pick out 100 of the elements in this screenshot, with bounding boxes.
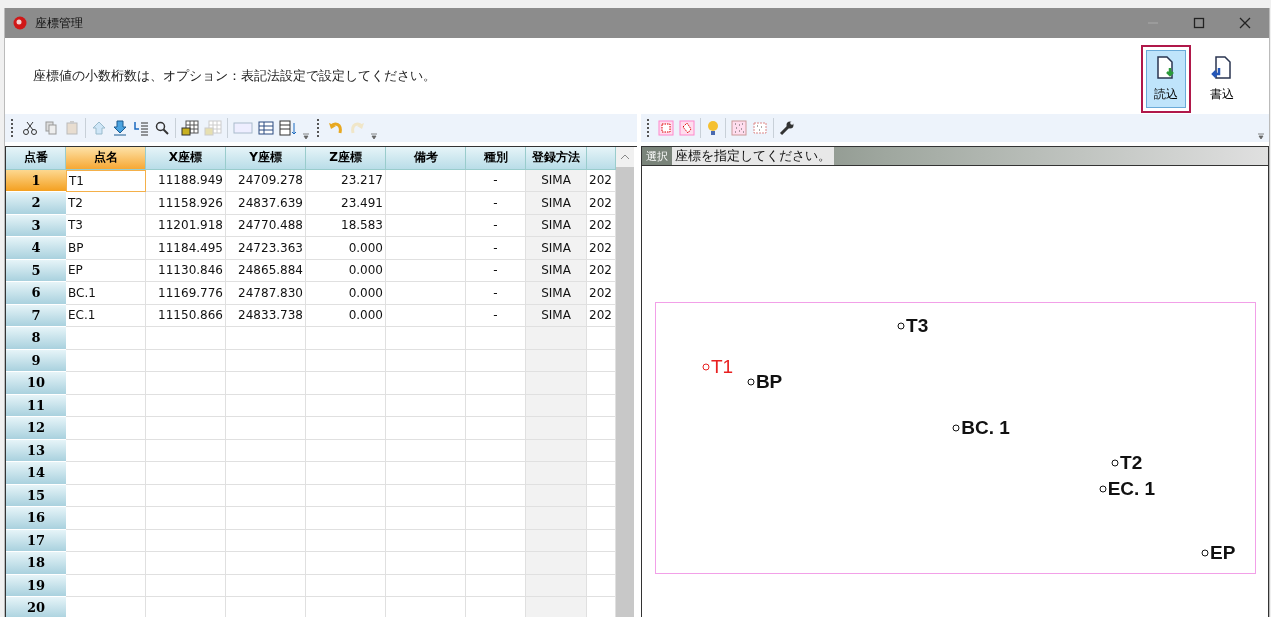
point-marker-icon[interactable] [702, 363, 710, 372]
table-cell: T3 [66, 214, 146, 237]
dotted-frame-icon[interactable] [752, 120, 768, 136]
point-label[interactable]: EC. 1 [1107, 477, 1156, 500]
table-cell: BC.1 [66, 282, 146, 305]
table-cell: EC.1 [66, 304, 146, 327]
row-number[interactable]: 13 [6, 439, 66, 462]
select-rect-icon[interactable] [658, 120, 674, 136]
row-number[interactable]: 1 [6, 169, 66, 192]
column-header[interactable]: 点番 [6, 147, 66, 170]
wrench-icon[interactable] [779, 120, 795, 136]
row-number[interactable]: 5 [6, 259, 66, 282]
point-marker-icon[interactable] [1111, 459, 1120, 467]
row-number[interactable]: 20 [6, 597, 66, 617]
table-cell: 11169.776 [146, 282, 226, 305]
column-header[interactable]: 種別 [466, 147, 526, 170]
column-header[interactable]: 点名 [66, 147, 146, 170]
table-cell: 11188.949 [146, 169, 226, 192]
row-number[interactable]: 15 [6, 484, 66, 507]
table-cell: 0.000 [306, 237, 386, 260]
table-cell: 23.217 [306, 169, 386, 192]
point-marker-icon[interactable] [1098, 484, 1107, 493]
point-label[interactable]: EP [1210, 541, 1236, 564]
table-cell [526, 327, 587, 350]
row-number[interactable]: 9 [6, 349, 66, 372]
arrow-down-icon[interactable] [112, 120, 128, 136]
dropdown-icon[interactable] [302, 132, 310, 140]
table-icon[interactable] [258, 120, 274, 136]
point-marker-icon[interactable] [1201, 548, 1210, 557]
table-cell: 23.491 [306, 192, 386, 215]
table-cell [526, 349, 587, 372]
row-number[interactable]: 11 [6, 394, 66, 417]
table-cell: SIMA [526, 237, 587, 260]
table-cell: 11158.926 [146, 192, 226, 215]
table-cell: 24723.363 [226, 237, 306, 260]
point-marker-icon[interactable] [746, 377, 755, 386]
table-cell [526, 529, 587, 552]
row-number[interactable]: 19 [6, 574, 66, 597]
table-cell: 11201.918 [146, 214, 226, 237]
table-cell: 24865.884 [226, 259, 306, 282]
point-label[interactable]: T2 [1120, 452, 1143, 474]
table-cell [526, 552, 587, 575]
table-cell: 0.000 [306, 282, 386, 305]
table-cell [526, 439, 587, 462]
point-label[interactable]: T3 [906, 315, 929, 337]
row-number[interactable]: 18 [6, 552, 66, 575]
row-number[interactable]: 7 [6, 304, 66, 327]
table-cell: SIMA [526, 214, 587, 237]
point-marker-icon[interactable] [897, 322, 906, 330]
close-icon[interactable] [1239, 17, 1251, 29]
table-cell [526, 574, 587, 597]
table-cell: SIMA [526, 259, 587, 282]
write-button[interactable]: 書込 [1197, 45, 1247, 113]
lightbulb-icon[interactable] [706, 120, 720, 136]
row-number[interactable]: 3 [6, 214, 66, 237]
prompt-text: 座標を指定してください。 [672, 147, 834, 165]
column-header[interactable]: X座標 [146, 147, 226, 170]
column-header[interactable]: Y座標 [226, 147, 306, 170]
row-number[interactable]: 16 [6, 507, 66, 530]
point-label[interactable]: T1 [711, 356, 734, 379]
table-cell [526, 484, 587, 507]
point-marker-icon[interactable] [952, 424, 961, 433]
table-cell: 0.000 [306, 304, 386, 327]
table-cell [526, 372, 587, 395]
row-number[interactable]: 12 [6, 417, 66, 440]
hint-message: 座標値の小数桁数は、オプション：表記法設定で設定してください。 [33, 67, 436, 85]
column-header[interactable]: 備考 [386, 147, 466, 170]
row-number[interactable]: 2 [6, 192, 66, 215]
maximize-icon[interactable] [1193, 17, 1205, 29]
point-label[interactable]: BP [755, 370, 783, 393]
table-cell: T1 [66, 169, 146, 192]
read-button[interactable]: 読込 [1141, 45, 1191, 113]
dotted-frame-icon[interactable] [731, 120, 747, 136]
table-cell: 0.000 [306, 259, 386, 282]
table-cell: 24833.738 [226, 304, 306, 327]
document-import-icon [1155, 55, 1177, 80]
dropdown-icon[interactable] [370, 132, 378, 140]
dropdown-icon[interactable] [1257, 132, 1265, 140]
row-number[interactable]: 14 [6, 462, 66, 485]
row-number[interactable]: 6 [6, 282, 66, 305]
sort-icon[interactable] [279, 120, 297, 136]
table-cell [526, 462, 587, 485]
app-logo-icon [13, 16, 27, 30]
search-icon[interactable] [154, 120, 170, 136]
column-header[interactable]: Z座標 [306, 147, 386, 170]
row-number[interactable]: 4 [6, 237, 66, 260]
point-label[interactable]: BC. 1 [961, 417, 1010, 440]
insert-row-icon[interactable] [133, 120, 149, 136]
row-number[interactable]: 10 [6, 372, 66, 395]
table-cell: 11150.866 [146, 304, 226, 327]
cut-icon[interactable] [22, 120, 38, 136]
table-cell [526, 597, 587, 617]
table-cell: 18.583 [306, 214, 386, 237]
column-header[interactable]: 登録方法 [526, 147, 587, 170]
scrollbar[interactable] [616, 147, 634, 617]
table-cell: SIMA [526, 282, 587, 305]
row-number[interactable]: 17 [6, 529, 66, 552]
row-number[interactable]: 8 [6, 327, 66, 350]
table-cell: 24787.830 [226, 282, 306, 305]
select-polygon-icon[interactable] [679, 120, 695, 136]
